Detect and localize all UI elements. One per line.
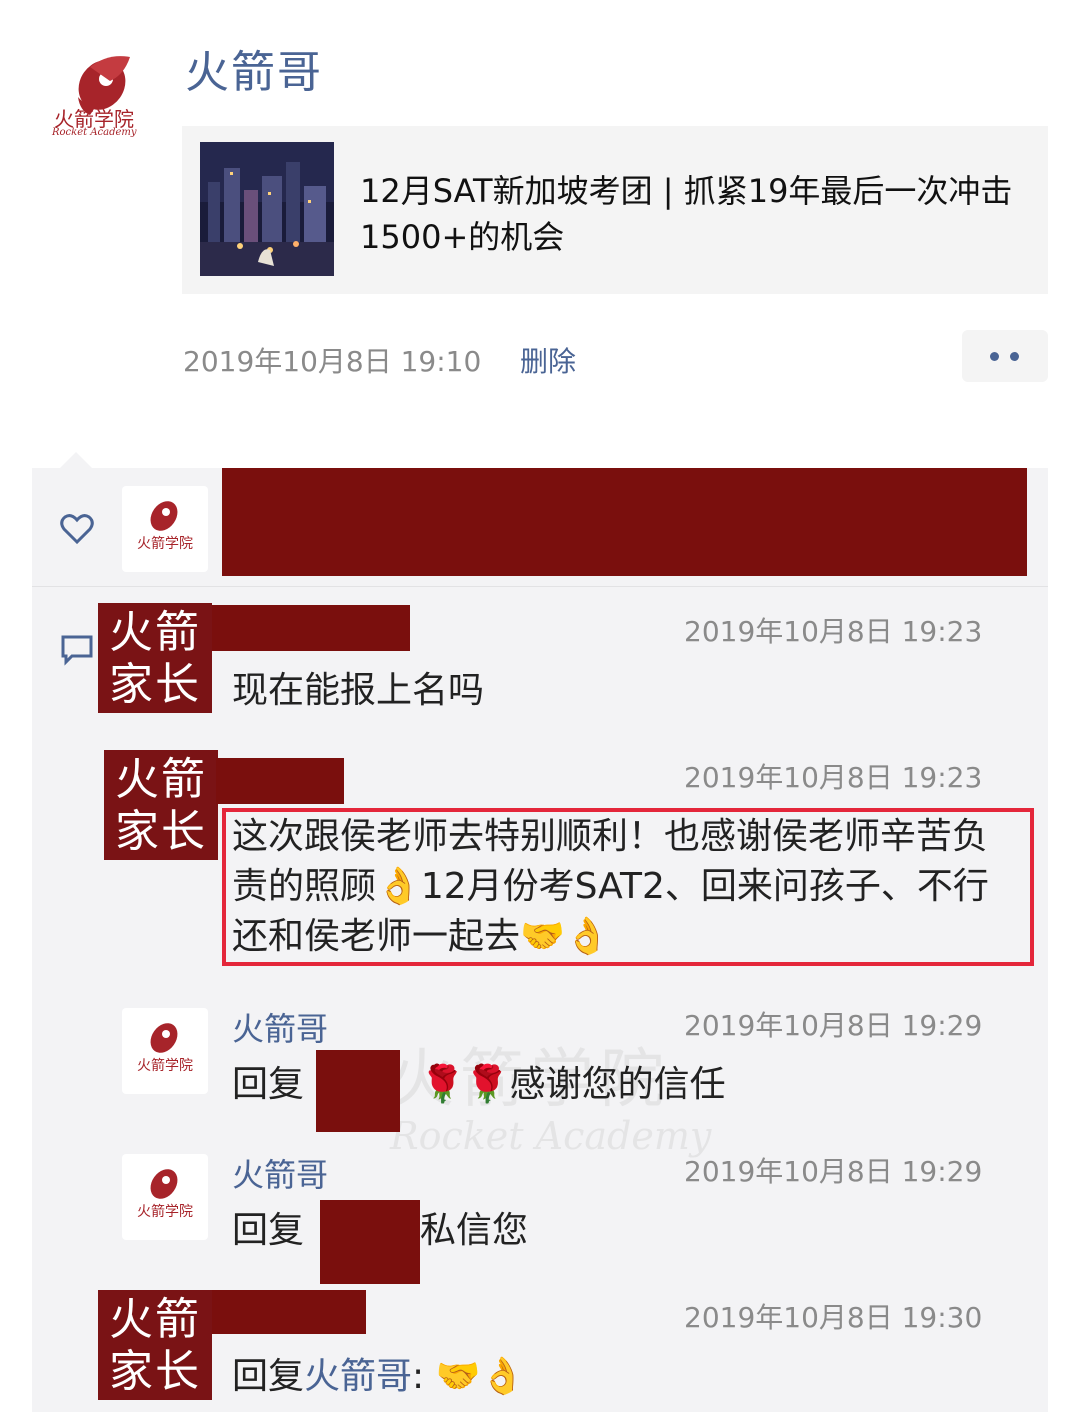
rocket-logo-icon: 火箭学院 — [137, 1023, 193, 1074]
avatar-text: 火箭 — [109, 1294, 201, 1345]
replier-name[interactable]: 火箭哥 — [232, 1150, 328, 1196]
more-dot-icon — [1010, 352, 1019, 361]
comment-icon — [60, 634, 94, 666]
watermark-en: Rocket Academy — [390, 1114, 712, 1158]
replier-name[interactable]: 火箭哥 — [232, 1004, 328, 1050]
link-title: 12月SAT新加坡考团 | 抓紧19年最后一次冲击1500+的机会 — [360, 172, 1013, 256]
highlight-box — [222, 808, 1034, 966]
rocket-logo-icon: 火箭学院 — [137, 501, 193, 552]
svg-text:火箭学院: 火箭学院 — [137, 1057, 193, 1074]
redacted-name — [212, 605, 410, 651]
avatar-text: 家长 — [109, 1346, 201, 1397]
replier-avatar[interactable]: 火箭学院 — [122, 1008, 208, 1094]
post-author-name[interactable]: 火箭哥 — [185, 36, 323, 100]
academy-logo-avatar[interactable]: 火箭学院 Rocket Academy — [50, 45, 158, 145]
reply-body: : 🤝👌 — [412, 1356, 526, 1397]
svg-text:火箭学院: 火箭学院 — [137, 535, 193, 552]
post-timestamp: 2019年10月8日 19:10 — [183, 345, 482, 378]
avatar-text: 家长 — [109, 659, 201, 710]
svg-text:火箭学院: 火箭学院 — [137, 1203, 193, 1220]
redacted-name — [212, 1290, 366, 1334]
more-dot-icon — [990, 352, 999, 361]
redacted-reply-target — [320, 1200, 420, 1284]
avatar-text: 家长 — [115, 806, 207, 857]
comment-text[interactable]: 回复火箭哥: 🤝👌 — [232, 1352, 525, 1402]
redacted-name — [216, 758, 344, 804]
reply-prefix: 回复 — [232, 1064, 305, 1105]
redacted-reply-target — [316, 1050, 400, 1132]
avatar-text: 火箭 — [109, 607, 201, 658]
comment-time: 2019年10月8日 19:29 — [684, 1009, 983, 1042]
link-thumbnail-image — [200, 142, 334, 276]
comment-time: 2019年10月8日 19:30 — [684, 1301, 983, 1334]
divider — [32, 586, 1048, 587]
replier-avatar[interactable]: 火箭学院 — [122, 1154, 208, 1240]
delete-button[interactable]: 删除 — [520, 340, 576, 380]
heart-icon — [60, 512, 94, 546]
redacted-likers — [222, 468, 1027, 576]
shared-link-card[interactable]: 12月SAT新加坡考团 | 抓紧19年最后一次冲击1500+的机会 — [182, 126, 1048, 294]
comment-time: 2019年10月8日 19:23 — [684, 615, 983, 648]
panel-caret — [60, 452, 92, 468]
comment-text[interactable]: 现在能报上名吗 — [232, 666, 484, 716]
avatar-text: 火箭 — [115, 754, 207, 805]
logo-en-text: Rocket Academy — [52, 127, 137, 138]
comment-text[interactable]: 私信您 — [420, 1206, 528, 1256]
more-options-button[interactable] — [962, 330, 1048, 382]
comment-time: 2019年10月8日 19:29 — [684, 1155, 983, 1188]
reply-target-name[interactable]: 火箭哥 — [304, 1356, 412, 1397]
liker-avatar[interactable]: 火箭学院 — [122, 486, 208, 572]
comment-time: 2019年10月8日 19:23 — [684, 761, 983, 794]
rocket-logo-icon: 火箭学院 — [137, 1169, 193, 1220]
commenter-avatar[interactable]: 火箭 家长 — [104, 750, 218, 860]
reply-prefix: 回复 — [232, 1210, 305, 1251]
comment-text[interactable]: 🌹🌹感谢您的信任 — [420, 1060, 726, 1110]
reply-prefix: 回复 — [232, 1356, 305, 1397]
commenter-avatar[interactable]: 火箭 家长 — [98, 603, 212, 713]
commenter-avatar[interactable]: 火箭 家长 — [98, 1290, 212, 1400]
